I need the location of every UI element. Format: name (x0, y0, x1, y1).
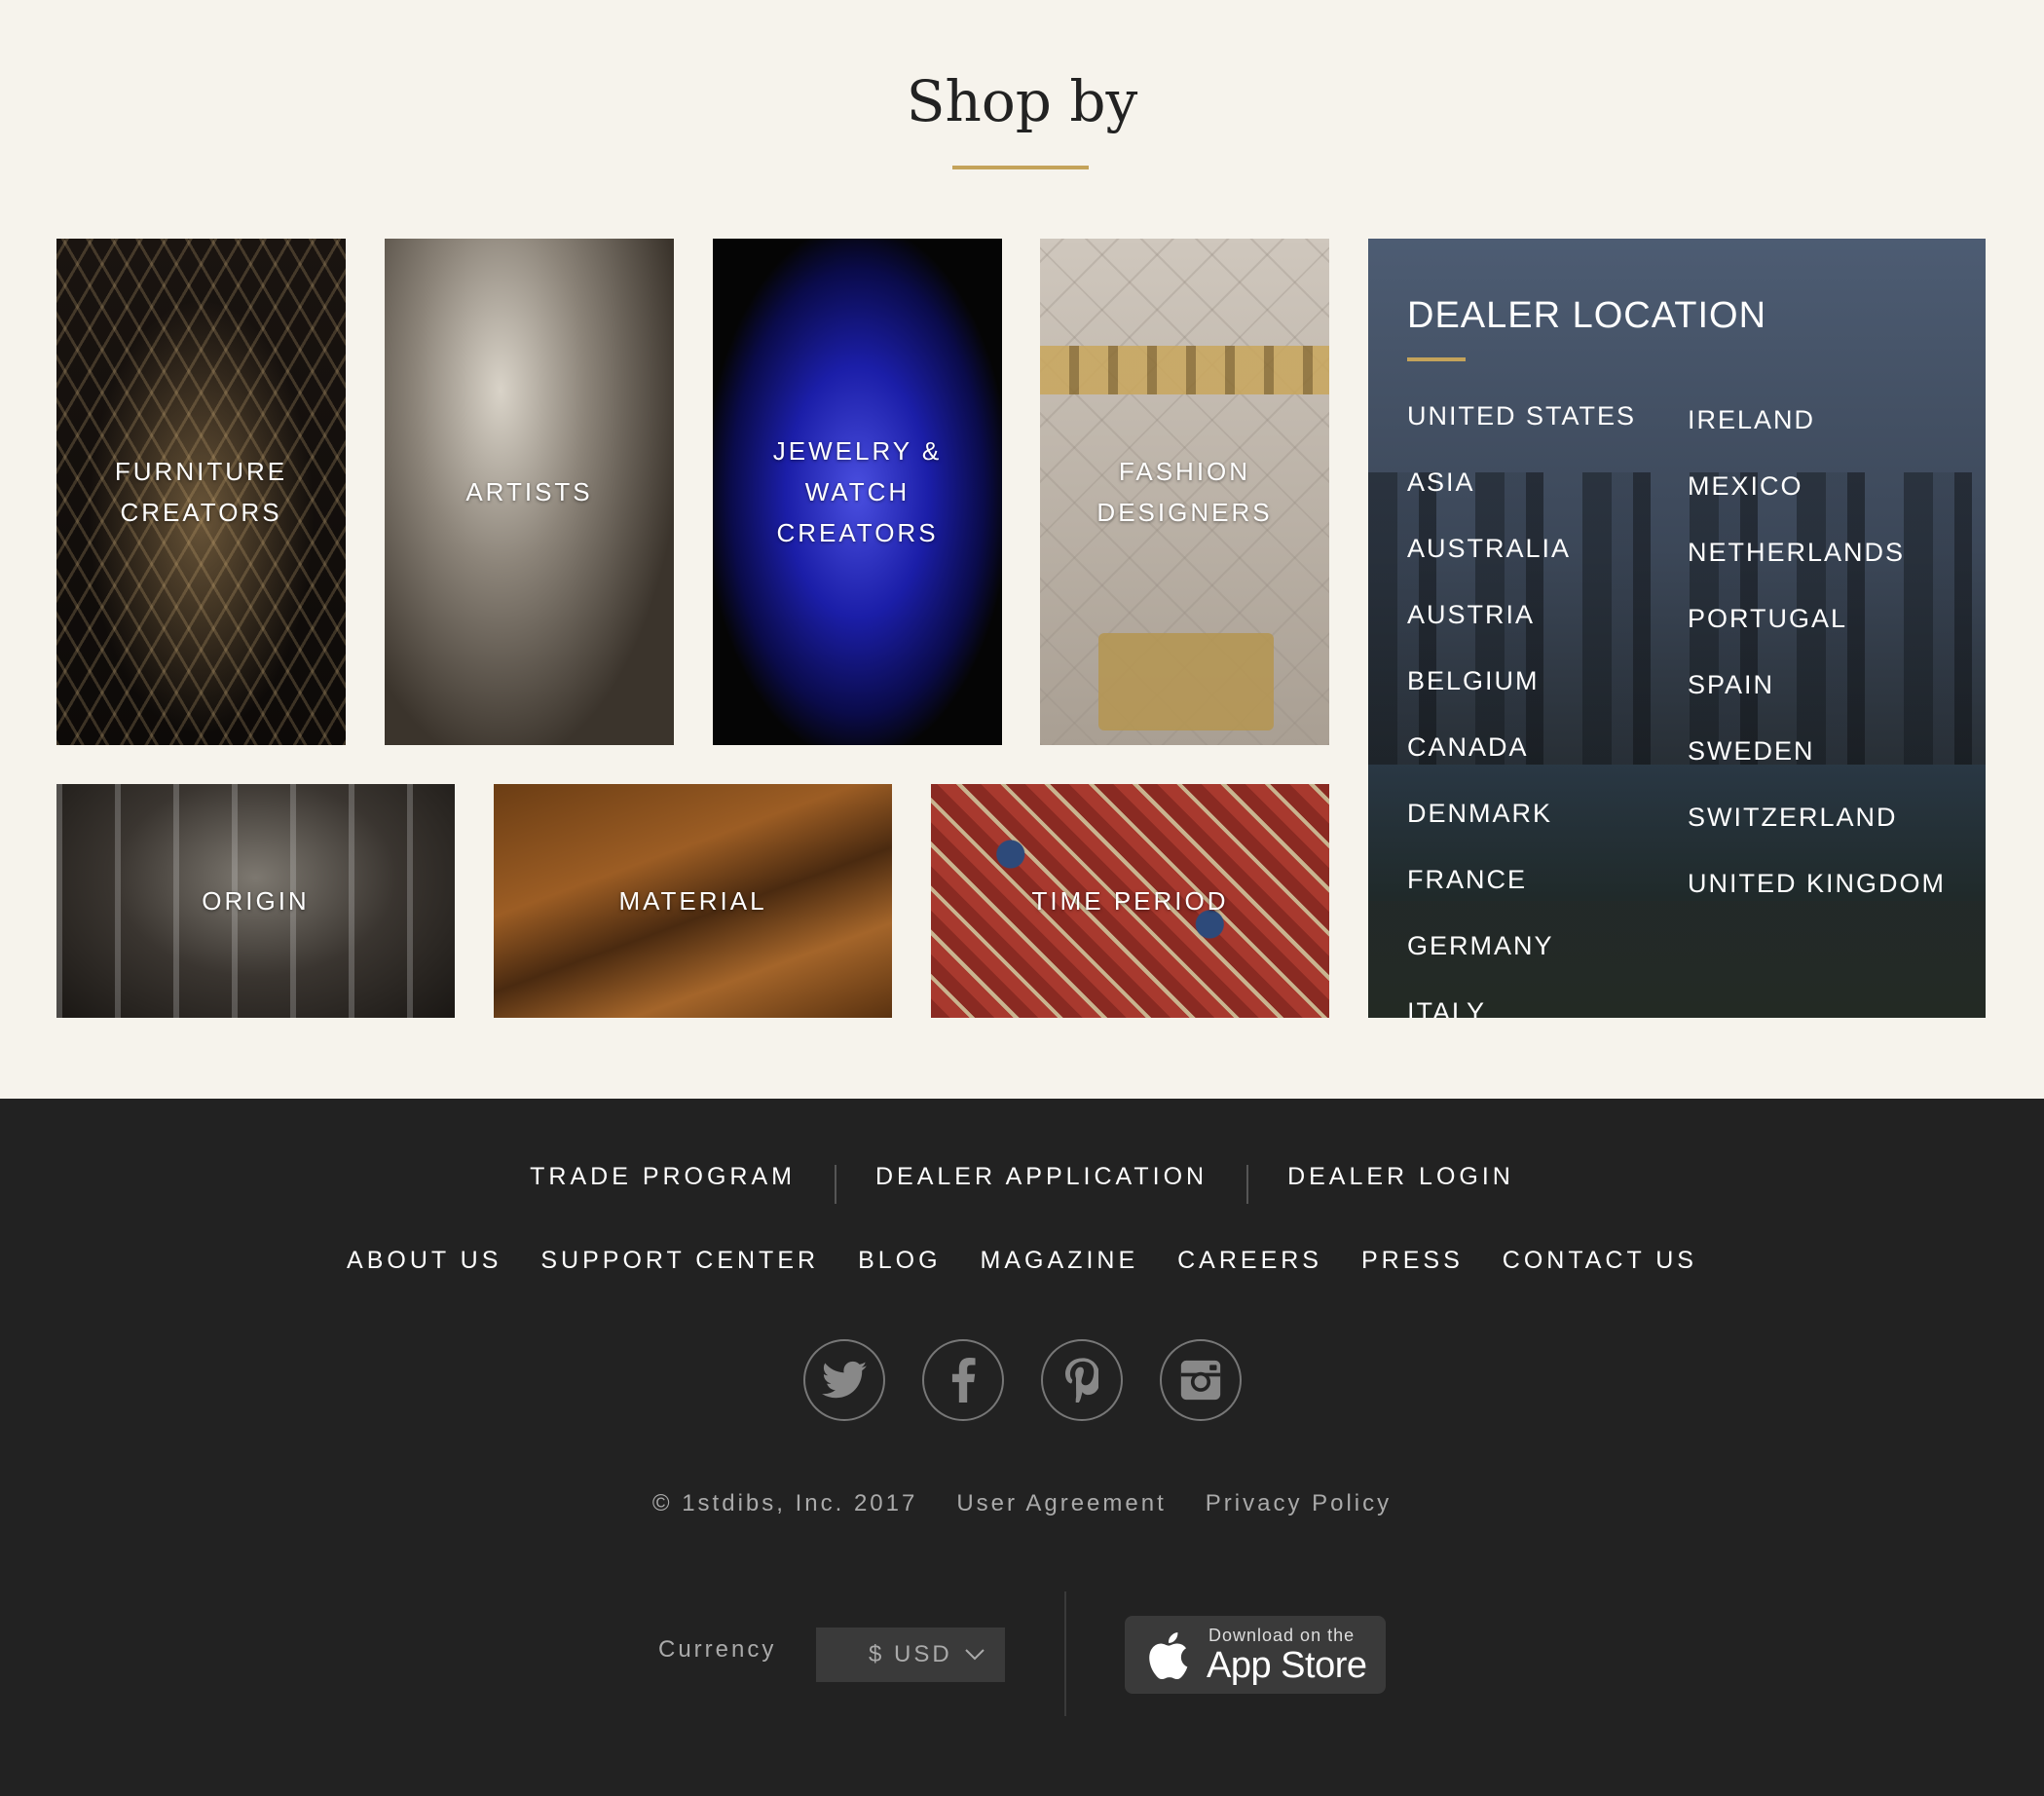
tile-fashion-designers[interactable]: FASHION DESIGNERS (1040, 239, 1329, 745)
clasp-decoration (1098, 633, 1274, 730)
copyright-text: © 1stdibs, Inc. 2017 (651, 1490, 918, 1516)
location-link[interactable]: GERMANY (1407, 913, 1636, 979)
dealer-login-link[interactable]: DEALER LOGIN (1248, 1159, 1553, 1194)
social-links (0, 1339, 2044, 1421)
location-column-1: UNITED STATES ASIA AUSTRALIA AUSTRIA BEL… (1407, 383, 1636, 1018)
location-link[interactable]: UNITED STATES (1407, 383, 1636, 449)
legal-row: © 1stdibs, Inc. 2017 User Agreement Privac… (0, 1490, 2044, 1517)
currency-value: $ USD (869, 1641, 952, 1667)
tile-label: ORIGIN (202, 886, 310, 916)
location-link[interactable]: PORTUGAL (1688, 585, 1946, 652)
instagram-icon[interactable] (1159, 1339, 1242, 1421)
appstore-big-text: App Store (1207, 1645, 1367, 1686)
app-store-badge[interactable]: Download on the App Store (1125, 1616, 1386, 1694)
location-link[interactable]: ASIA (1407, 449, 1636, 515)
tile-label: FURNITURE CREATORS (114, 457, 288, 527)
dealer-location-panel: DEALER LOCATION UNITED STATES ASIA AUSTR… (1368, 239, 1986, 1018)
contact-us-link[interactable]: CONTACT US (1483, 1243, 1717, 1278)
location-link[interactable]: NETHERLANDS (1688, 519, 1946, 585)
press-link[interactable]: PRESS (1342, 1243, 1483, 1278)
tile-label: FASHION DESIGNERS (1096, 457, 1273, 527)
magazine-link[interactable]: MAGAZINE (961, 1243, 1159, 1278)
support-center-link[interactable]: SUPPORT CENTER (521, 1243, 838, 1278)
location-link[interactable]: CANADA (1407, 714, 1636, 780)
location-link[interactable]: SPAIN (1688, 652, 1946, 718)
location-link[interactable]: IRELAND (1688, 387, 1946, 453)
tile-label: ARTISTS (465, 477, 593, 506)
currency-select[interactable]: $ USD (816, 1628, 1005, 1682)
privacy-policy-link[interactable]: Privacy Policy (1186, 1490, 1411, 1517)
location-link[interactable]: MEXICO (1688, 453, 1946, 519)
tile-label: TIME PERIOD (1031, 886, 1229, 916)
location-link[interactable]: ITALY (1407, 979, 1636, 1018)
location-link[interactable]: UNITED KINGDOM (1688, 850, 1946, 917)
dealer-location-title: DEALER LOCATION (1407, 295, 1767, 336)
tile-furniture-creators[interactable]: FURNITURE CREATORS (56, 239, 346, 745)
user-agreement-link[interactable]: User Agreement (937, 1490, 1185, 1517)
location-column-2: IRELAND MEXICO NETHERLANDS PORTUGAL SPAI… (1688, 387, 1946, 917)
location-link[interactable]: AUSTRALIA (1407, 515, 1636, 581)
apple-icon (1146, 1631, 1189, 1685)
chevron-down-icon (964, 1628, 985, 1702)
about-us-link[interactable]: ABOUT US (327, 1243, 521, 1278)
tile-label: MATERIAL (618, 886, 767, 916)
dealer-title-underline (1407, 357, 1466, 361)
location-link[interactable]: DENMARK (1407, 780, 1636, 846)
location-link[interactable]: BELGIUM (1407, 648, 1636, 714)
pinterest-icon[interactable] (1040, 1339, 1123, 1421)
section-heading: Shop by (906, 68, 1138, 134)
twitter-icon[interactable] (802, 1339, 885, 1421)
location-link[interactable]: FRANCE (1407, 846, 1636, 913)
location-link[interactable]: SWITZERLAND (1688, 784, 1946, 850)
tile-material[interactable]: MATERIAL (494, 784, 892, 1018)
tile-label: JEWELRY & WATCH CREATORS (772, 436, 943, 547)
footer-secondary-links: ABOUT US SUPPORT CENTER BLOG MAGAZINE CAREER… (0, 1243, 2044, 1278)
location-link[interactable]: AUSTRIA (1407, 581, 1636, 648)
facebook-icon[interactable] (921, 1339, 1004, 1421)
currency-label: Currency (658, 1636, 777, 1663)
location-link[interactable]: SWEDEN (1688, 718, 1946, 784)
tile-origin[interactable]: ORIGIN (56, 784, 455, 1018)
tile-artists[interactable]: ARTISTS (385, 239, 674, 745)
chain-decoration (1040, 346, 1329, 394)
footer-primary-links: TRADE PROGRAM DEALER APPLICATION DEALER LO… (0, 1159, 2044, 1204)
footer-divider (1064, 1591, 1066, 1716)
tile-jewelry-watch-creators[interactable]: JEWELRY & WATCH CREATORS (713, 239, 1002, 745)
careers-link[interactable]: CAREERS (1158, 1243, 1342, 1278)
dealer-application-link[interactable]: DEALER APPLICATION (836, 1159, 1246, 1194)
trade-program-link[interactable]: TRADE PROGRAM (491, 1159, 835, 1194)
tile-time-period[interactable]: TIME PERIOD (931, 784, 1329, 1018)
heading-underline (952, 166, 1089, 169)
appstore-small-text: Download on the (1208, 1626, 1356, 1645)
blog-link[interactable]: BLOG (838, 1243, 960, 1278)
